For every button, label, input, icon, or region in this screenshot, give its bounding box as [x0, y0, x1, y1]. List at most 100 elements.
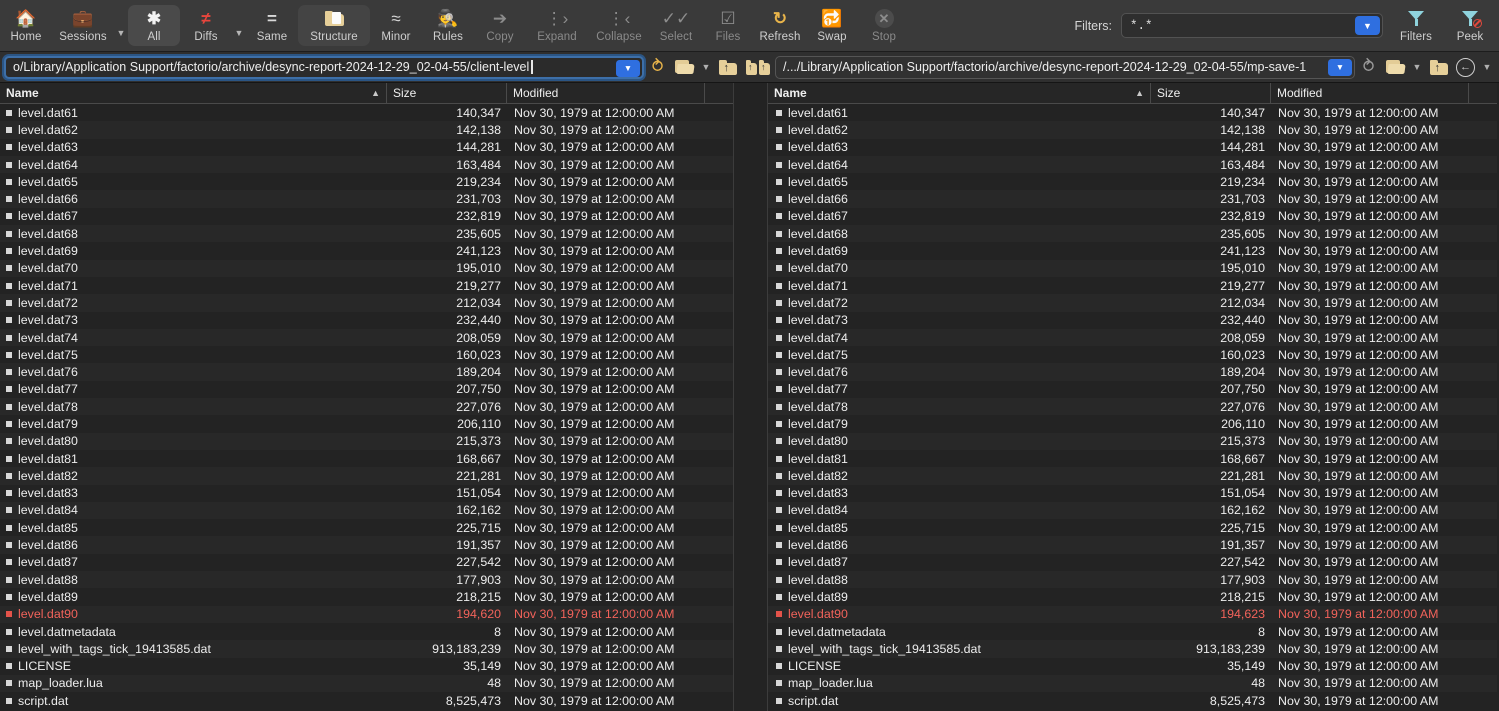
left-header-name[interactable]: Name ▲: [0, 82, 387, 104]
left-parent-folder-icon[interactable]: ↑: [714, 52, 741, 83]
table-row[interactable]: level.dat90 194,623 Nov 30, 1979 at 12:00:…: [768, 605, 1497, 623]
table-row[interactable]: level.dat78 227,076 Nov 30, 1979 at 12:00:…: [0, 398, 733, 416]
table-row[interactable]: level.dat70 195,010 Nov 30, 1979 at 12:00:…: [0, 259, 733, 277]
table-row[interactable]: level.dat87 227,542 Nov 30, 1979 at 12:00:…: [768, 553, 1497, 572]
toolbar-button-peek[interactable]: Peek: [1449, 8, 1491, 43]
filters-input[interactable]: *.* ▼: [1121, 13, 1383, 38]
right-path-input[interactable]: /.../Library/Application Support/factori…: [775, 55, 1355, 79]
table-row[interactable]: level.dat71 219,277 Nov 30, 1979 at 12:00:…: [768, 276, 1497, 295]
table-row[interactable]: level.dat89 218,215 Nov 30, 1979 at 12:00:…: [0, 588, 733, 606]
table-row[interactable]: level.dat83 151,054 Nov 30, 1979 at 12:00:…: [0, 484, 733, 502]
toolbar-button-home[interactable]: 🏠 Home: [0, 0, 52, 51]
table-row[interactable]: level.dat87 227,542 Nov 30, 1979 at 12:00:…: [0, 553, 733, 572]
table-row[interactable]: level.dat67 232,819 Nov 30, 1979 at 12:00:…: [768, 207, 1497, 226]
right-reload-arrow-icon[interactable]: ⥁: [1355, 52, 1382, 83]
table-row[interactable]: level.datmetadata 8 Nov 30, 1979 at 12:00:…: [0, 622, 733, 641]
table-row[interactable]: script.dat 8,525,473 Nov 30, 1979 at 12:00…: [0, 692, 733, 710]
left-compare-folders-icon[interactable]: ↑ ↑: [741, 52, 775, 83]
history-dropdown-chevron-icon[interactable]: ▼: [1479, 52, 1495, 83]
table-row[interactable]: level.dat63 144,281 Nov 30, 1979 at 12:00:…: [768, 138, 1497, 156]
right-open-folder-icon[interactable]: [1382, 52, 1409, 83]
toolbar-button-rules[interactable]: 🕵 Rules: [422, 0, 474, 51]
toolbar-button-refresh[interactable]: ↻ Refresh: [754, 0, 806, 51]
table-row[interactable]: level.dat67 232,819 Nov 30, 1979 at 12:00:…: [0, 207, 733, 226]
table-row[interactable]: level.dat66 231,703 Nov 30, 1979 at 12:00:…: [0, 190, 733, 208]
table-row[interactable]: level.dat82 221,281 Nov 30, 1979 at 12:00:…: [0, 467, 733, 485]
toolbar-button-copy[interactable]: ➔ Copy: [474, 0, 526, 51]
table-row[interactable]: level.dat81 168,667 Nov 30, 1979 at 12:00:…: [0, 449, 733, 468]
table-row[interactable]: level.dat69 241,123 Nov 30, 1979 at 12:00:…: [0, 242, 733, 260]
toolbar-button-filters[interactable]: Filters: [1392, 8, 1440, 43]
toolbar-button-diffs[interactable]: ≠ Diffs: [180, 0, 232, 51]
toolbar-button-swap[interactable]: 🔂 Swap: [806, 0, 858, 51]
toolbar-button-same[interactable]: = Same: [246, 0, 298, 51]
table-row[interactable]: level.dat79 206,110 Nov 30, 1979 at 12:00:…: [0, 415, 733, 433]
table-row[interactable]: level.dat61 140,347 Nov 30, 1979 at 12:00:…: [0, 104, 733, 122]
right-path-dropdown-chevron-icon[interactable]: ▼: [1328, 58, 1352, 76]
table-row[interactable]: level.dat89 218,215 Nov 30, 1979 at 12:00:…: [768, 588, 1497, 606]
table-row[interactable]: level.dat70 195,010 Nov 30, 1979 at 12:00:…: [768, 259, 1497, 277]
table-row[interactable]: level_with_tags_tick_19413585.dat 913,183…: [768, 640, 1497, 658]
filters-dropdown-chevron-icon[interactable]: ▼: [1355, 16, 1380, 35]
table-row[interactable]: level.dat82 221,281 Nov 30, 1979 at 12:00:…: [768, 467, 1497, 485]
table-row[interactable]: level.dat69 241,123 Nov 30, 1979 at 12:00:…: [768, 242, 1497, 260]
table-row[interactable]: level.dat80 215,373 Nov 30, 1979 at 12:00:…: [768, 432, 1497, 450]
table-row[interactable]: map_loader.lua 48 Nov 30, 1979 at 12:00:00…: [0, 674, 733, 693]
table-row[interactable]: level.dat74 208,059 Nov 30, 1979 at 12:00:…: [768, 328, 1497, 347]
table-row[interactable]: level.dat80 215,373 Nov 30, 1979 at 12:00:…: [0, 432, 733, 450]
toolbar-button-sessions[interactable]: 💼 Sessions: [52, 0, 114, 51]
table-row[interactable]: LICENSE 35,149 Nov 30, 1979 at 12:00:00 AM: [768, 657, 1497, 675]
toolbar-button-minor[interactable]: ≈ Minor: [370, 0, 422, 51]
table-row[interactable]: level.dat78 227,076 Nov 30, 1979 at 12:00:…: [768, 398, 1497, 416]
table-row[interactable]: level.dat65 219,234 Nov 30, 1979 at 12:00:…: [768, 173, 1497, 191]
table-row[interactable]: level_with_tags_tick_19413585.dat 913,183…: [0, 640, 733, 658]
table-row[interactable]: level.dat88 177,903 Nov 30, 1979 at 12:00:…: [0, 571, 733, 589]
table-row[interactable]: level.dat71 219,277 Nov 30, 1979 at 12:00:…: [0, 276, 733, 295]
table-row[interactable]: map_loader.lua 48 Nov 30, 1979 at 12:00:00…: [768, 674, 1497, 693]
table-row[interactable]: level.dat90 194,620 Nov 30, 1979 at 12:00:…: [0, 605, 733, 623]
right-header-name[interactable]: Name ▲: [768, 82, 1151, 104]
table-row[interactable]: level.dat84 162,162 Nov 30, 1979 at 12:00:…: [768, 501, 1497, 520]
right-folder-dropdown-chevron-icon[interactable]: ▼: [1409, 52, 1425, 83]
table-row[interactable]: level.dat64 163,484 Nov 30, 1979 at 12:00:…: [768, 155, 1497, 174]
right-parent-folder-icon[interactable]: ↑: [1425, 52, 1452, 83]
table-row[interactable]: level.dat77 207,750 Nov 30, 1979 at 12:00:…: [0, 380, 733, 399]
toolbar-button-stop[interactable]: ✕ Stop: [858, 0, 910, 51]
table-row[interactable]: level.dat85 225,715 Nov 30, 1979 at 12:00:…: [768, 519, 1497, 537]
table-row[interactable]: level.dat81 168,667 Nov 30, 1979 at 12:00:…: [768, 449, 1497, 468]
history-forward-button[interactable]: →: [1495, 52, 1499, 83]
table-row[interactable]: level.dat68 235,605 Nov 30, 1979 at 12:00:…: [0, 225, 733, 243]
toolbar-button-structure[interactable]: Structure: [298, 5, 370, 46]
left-header-modified[interactable]: Modified: [507, 82, 705, 104]
table-row[interactable]: level.dat86 191,357 Nov 30, 1979 at 12:00:…: [768, 536, 1497, 554]
table-row[interactable]: script.dat 8,525,473 Nov 30, 1979 at 12:00…: [768, 692, 1497, 710]
table-row[interactable]: level.dat64 163,484 Nov 30, 1979 at 12:00:…: [0, 155, 733, 174]
toolbar-button-expand[interactable]: ⋮› Expand: [526, 0, 588, 51]
table-row[interactable]: level.dat79 206,110 Nov 30, 1979 at 12:00:…: [768, 415, 1497, 433]
toolbar-button-collapse[interactable]: ⋮‹ Collapse: [588, 0, 650, 51]
table-row[interactable]: level.dat62 142,138 Nov 30, 1979 at 12:00:…: [0, 121, 733, 139]
toolbar-button-files[interactable]: ☑ Files: [702, 0, 754, 51]
table-row[interactable]: level.dat77 207,750 Nov 30, 1979 at 12:00:…: [768, 380, 1497, 399]
diffs-dropdown-chevron-icon[interactable]: ▼: [232, 0, 246, 51]
history-back-button[interactable]: ←: [1452, 52, 1479, 83]
toolbar-button-all[interactable]: ✱ All: [128, 5, 180, 46]
right-header-size[interactable]: Size: [1151, 82, 1271, 104]
left-path-dropdown-chevron-icon[interactable]: ▼: [616, 59, 640, 77]
left-folder-dropdown-chevron-icon[interactable]: ▼: [698, 52, 714, 83]
table-row[interactable]: level.dat73 232,440 Nov 30, 1979 at 12:00:…: [768, 311, 1497, 329]
left-open-folder-icon[interactable]: [671, 52, 698, 83]
table-row[interactable]: level.dat72 212,034 Nov 30, 1979 at 12:00:…: [768, 294, 1497, 312]
sessions-dropdown-chevron-icon[interactable]: ▼: [114, 0, 128, 51]
table-row[interactable]: level.dat65 219,234 Nov 30, 1979 at 12:00:…: [0, 173, 733, 191]
table-row[interactable]: LICENSE 35,149 Nov 30, 1979 at 12:00:00 AM: [0, 657, 733, 675]
table-row[interactable]: level.dat66 231,703 Nov 30, 1979 at 12:00:…: [768, 190, 1497, 208]
table-row[interactable]: level.dat61 140,347 Nov 30, 1979 at 12:00:…: [768, 104, 1497, 122]
table-row[interactable]: level.dat76 189,204 Nov 30, 1979 at 12:00:…: [0, 363, 733, 381]
left-header-size[interactable]: Size: [387, 82, 507, 104]
left-reload-arrow-icon[interactable]: ⥁: [644, 52, 671, 83]
table-row[interactable]: level.dat85 225,715 Nov 30, 1979 at 12:00:…: [0, 519, 733, 537]
table-row[interactable]: level.dat75 160,023 Nov 30, 1979 at 12:00:…: [0, 346, 733, 364]
table-row[interactable]: level.dat72 212,034 Nov 30, 1979 at 12:00:…: [0, 294, 733, 312]
right-header-modified[interactable]: Modified: [1271, 82, 1469, 104]
